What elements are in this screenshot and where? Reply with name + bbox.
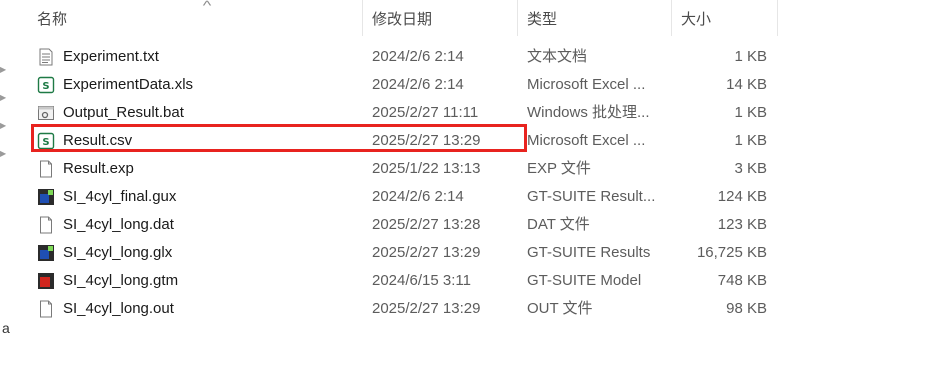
file-row[interactable]: Experiment.txt 2024/2/6 2:14 文本文档 1 KB <box>0 43 947 71</box>
file-name: ExperimentData.xls <box>63 76 194 93</box>
blank-file-icon <box>37 160 55 178</box>
file-modified-date: 2025/2/27 11:11 <box>372 104 479 121</box>
sort-ascending-icon: ^ <box>202 0 212 13</box>
blank-file-icon <box>37 216 55 234</box>
gt-suite-result-icon <box>37 244 55 262</box>
file-modified-date: 2025/2/27 13:29 <box>372 244 481 261</box>
file-size: 1 KB <box>734 48 767 65</box>
file-modified-date: 2025/2/27 13:29 <box>372 300 481 317</box>
file-name: Output_Result.bat <box>63 104 184 121</box>
column-header-name[interactable]: 名称 <box>37 8 67 29</box>
file-modified-date: 2025/1/22 13:13 <box>372 160 481 177</box>
file-name: SI_4cyl_long.dat <box>63 216 174 233</box>
file-type: GT-SUITE Result... <box>527 188 656 205</box>
gt-suite-result-icon <box>37 188 55 206</box>
file-name: SI_4cyl_long.out <box>63 300 174 317</box>
file-name: SI_4cyl_long.gtm <box>63 272 179 289</box>
file-size: 3 KB <box>734 160 767 177</box>
blank-file-icon <box>37 300 55 318</box>
file-modified-date: 2024/6/15 3:11 <box>372 272 471 289</box>
file-type: 文本文档 <box>527 48 588 65</box>
file-size: 98 KB <box>726 300 767 317</box>
file-size: 14 KB <box>726 76 767 93</box>
svg-text:S: S <box>42 81 49 92</box>
file-row[interactable]: SI_4cyl_final.gux 2024/2/6 2:14 GT-SUITE R… <box>0 183 947 211</box>
file-size: 124 KB <box>717 188 767 205</box>
batch-file-icon <box>37 104 55 122</box>
file-name: Result.exp <box>63 160 134 177</box>
file-size: 748 KB <box>717 272 767 289</box>
file-size: 16,725 KB <box>696 244 767 261</box>
file-type: DAT 文件 <box>527 216 590 233</box>
column-divider[interactable] <box>362 0 363 36</box>
text-file-icon <box>37 48 55 66</box>
file-modified-date: 2024/2/6 2:14 <box>372 188 464 205</box>
highlight-annotation-box <box>31 124 527 152</box>
file-size: 1 KB <box>734 132 767 149</box>
file-type: OUT 文件 <box>527 300 593 317</box>
file-type: GT-SUITE Model <box>527 272 642 289</box>
file-row[interactable]: Result.exp 2025/1/22 13:13 EXP 文件 3 KB <box>0 155 947 183</box>
column-divider[interactable] <box>517 0 518 36</box>
column-header-date[interactable]: 修改日期 <box>372 8 432 29</box>
file-modified-date: 2024/2/6 2:14 <box>372 76 464 93</box>
file-type: Microsoft Excel ... <box>527 132 646 149</box>
file-name: SI_4cyl_long.glx <box>63 244 173 261</box>
file-type: EXP 文件 <box>527 160 591 177</box>
file-row[interactable]: S ExperimentData.xls 2024/2/6 2:14 Microsof… <box>0 71 947 99</box>
column-header-row: ^ 名称 修改日期 类型 大小 <box>0 0 947 36</box>
file-row[interactable]: Output_Result.bat 2025/2/27 11:11 Windows … <box>0 99 947 127</box>
gt-suite-model-icon <box>37 272 55 290</box>
file-row[interactable]: SI_4cyl_long.glx 2025/2/27 13:29 GT-SUITE … <box>0 239 947 267</box>
file-type: GT-SUITE Results <box>527 244 651 261</box>
file-name: Experiment.txt <box>63 48 159 65</box>
column-header-type[interactable]: 类型 <box>527 8 557 29</box>
spreadsheet-file-icon: S <box>37 76 55 94</box>
file-modified-date: 2025/2/27 13:28 <box>372 216 481 233</box>
file-size: 123 KB <box>717 216 767 233</box>
file-row[interactable]: SI_4cyl_long.gtm 2024/6/15 3:11 GT-SUITE M… <box>0 267 947 295</box>
file-row[interactable]: SI_4cyl_long.out 2025/2/27 13:29 OUT 文件 98 … <box>0 295 947 323</box>
file-type: Microsoft Excel ... <box>527 76 646 93</box>
file-name: SI_4cyl_final.gux <box>63 188 177 205</box>
file-size: 1 KB <box>734 104 767 121</box>
file-row[interactable]: SI_4cyl_long.dat 2025/2/27 13:28 DAT 文件 123… <box>0 211 947 239</box>
file-modified-date: 2024/2/6 2:14 <box>372 48 464 65</box>
file-type: Windows 批处理... <box>527 104 650 121</box>
column-header-size[interactable]: 大小 <box>681 8 711 29</box>
column-divider[interactable] <box>671 0 672 36</box>
column-divider[interactable] <box>777 0 778 36</box>
